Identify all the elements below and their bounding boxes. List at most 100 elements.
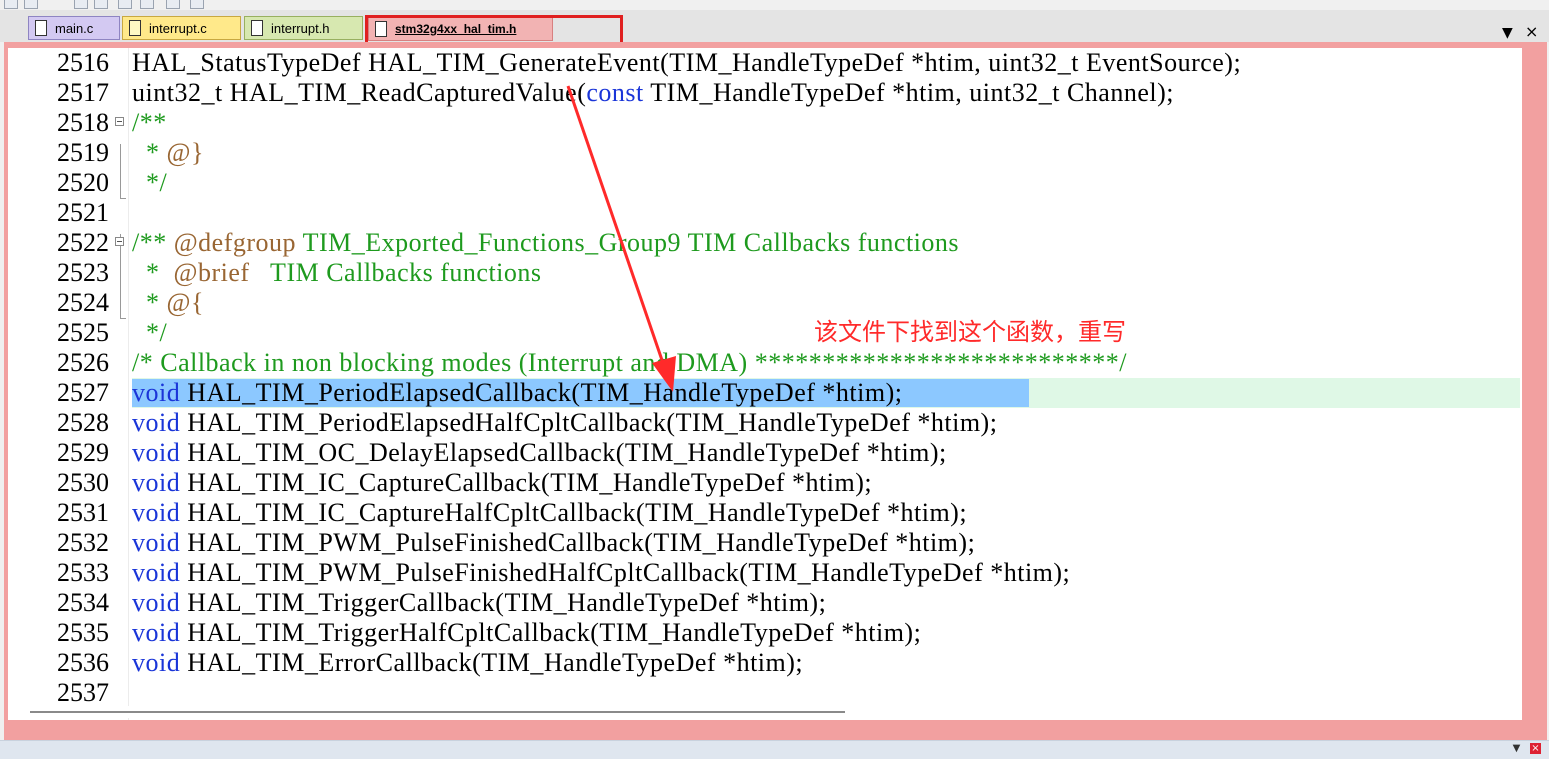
keyword-token: const [586, 78, 644, 107]
code-line: 2517 uint32_t HAL_TIM_ReadCapturedValue(… [8, 78, 1522, 108]
toolbar-button[interactable] [140, 0, 154, 9]
tab-main-c[interactable]: main.c [28, 16, 120, 40]
line-number: 2524 [57, 288, 109, 317]
toolbar-button[interactable] [94, 0, 108, 9]
code-text: void HAL_TIM_IC_CaptureCallback(TIM_Hand… [132, 468, 872, 498]
fold-collapse-icon[interactable] [115, 237, 124, 246]
line-number: 2537 [57, 678, 109, 707]
doc-tag-token: @} [166, 138, 204, 167]
code-token: HAL_TIM_TriggerHalfCpltCallback(TIM_Hand… [180, 618, 922, 647]
line-number: 2525 [57, 318, 109, 347]
tab-interrupt-c[interactable]: interrupt.c [122, 16, 241, 40]
code-line: 2536 void HAL_TIM_ErrorCallback(TIM_Hand… [8, 648, 1522, 678]
comment-text: /** @defgroup TIM_Exported_Functions_Gro… [132, 228, 959, 258]
keyword-token: void [132, 408, 181, 437]
code-token: /** [132, 228, 174, 257]
code-token: HAL_TIM_TriggerCallback(TIM_HandleTypeDe… [180, 588, 827, 617]
code-token: HAL_TIM_PeriodElapsedCallback(TIM_Handle… [180, 378, 903, 407]
tab-stm32g4xx-hal-tim-h[interactable]: stm32g4xx_hal_tim.h [368, 17, 553, 41]
line-number: 2527 [57, 378, 109, 407]
tab-bar: main.c interrupt.c interrupt.h stm32g4xx… [0, 10, 1549, 62]
code-line: 2529 void HAL_TIM_OC_DelayElapsedCallbac… [8, 438, 1522, 468]
code-editor[interactable]: 2516 HAL_StatusTypeDef HAL_TIM_GenerateE… [8, 48, 1522, 720]
code-line: 2532 void HAL_TIM_PWM_PulseFinishedCallb… [8, 528, 1522, 558]
fold-collapse-icon[interactable] [115, 117, 124, 126]
line-number: 2522 [57, 228, 109, 257]
line-number: 2523 [57, 258, 109, 287]
toolbar-button[interactable] [166, 0, 180, 9]
code-line: 2534 void HAL_TIM_TriggerCallback(TIM_Ha… [8, 588, 1522, 618]
line-number: 2530 [57, 468, 109, 497]
code-text: void HAL_TIM_PeriodElapsedHalfCpltCallba… [132, 408, 997, 438]
toolbar-button[interactable] [4, 0, 18, 9]
comment-text: * @brief TIM Callbacks functions [132, 258, 542, 288]
code-text: void HAL_TIM_OC_DelayElapsedCallback(TIM… [132, 438, 947, 468]
comment-text: * @{ [132, 288, 204, 318]
code-line: 2518 /** [8, 108, 1522, 138]
line-number: 2535 [57, 618, 109, 647]
bottom-panel-bar: ▼ × [0, 740, 1549, 759]
close-tab-icon[interactable]: × [1525, 22, 1538, 41]
file-icon [129, 20, 141, 36]
code-line: 2533 void HAL_TIM_PWM_PulseFinishedHalfC… [8, 558, 1522, 588]
toolbar-button[interactable] [24, 0, 38, 9]
pin-icon[interactable]: ▼ [1511, 743, 1522, 754]
keyword-token: void [132, 378, 181, 407]
file-icon [375, 21, 387, 37]
code-token: TIM Callbacks functions [249, 258, 542, 287]
code-token: HAL_TIM_ErrorCallback(TIM_HandleTypeDef … [180, 648, 804, 677]
tab-interrupt-h[interactable]: interrupt.h [244, 16, 363, 40]
tab-label: interrupt.h [271, 20, 330, 36]
keyword-token: void [132, 558, 181, 587]
code-line: 2537 [8, 678, 1522, 708]
line-number: 2518 [57, 108, 109, 137]
code-token: uint32_t HAL_TIM_ReadCapturedValue( [132, 78, 587, 107]
keyword-token: void [132, 528, 181, 557]
code-text: void HAL_TIM_TriggerCallback(TIM_HandleT… [132, 588, 826, 618]
toolbar-button[interactable] [190, 0, 204, 9]
line-number: 2536 [57, 648, 109, 677]
tab-label: interrupt.c [149, 20, 207, 36]
scrollbar-thumb[interactable] [30, 711, 845, 713]
comment-text: /* Callback in non blocking modes (Inter… [132, 348, 1127, 377]
code-line: 2525 */ [8, 318, 1522, 348]
code-text: void HAL_TIM_IC_CaptureHalfCpltCallback(… [132, 498, 967, 528]
file-icon [35, 20, 47, 36]
line-number: 2521 [57, 198, 109, 227]
line-number: 2517 [57, 78, 109, 107]
tab-label: main.c [55, 20, 94, 36]
toolbar-button[interactable] [118, 0, 132, 9]
code-token: HAL_TIM_PWM_PulseFinishedCallback(TIM_Ha… [180, 528, 976, 557]
code-token: * [132, 288, 167, 317]
line-number: 2531 [57, 498, 109, 527]
code-token: HAL_TIM_IC_CaptureHalfCpltCallback(TIM_H… [180, 498, 968, 527]
code-text: void HAL_TIM_PeriodElapsedCallback(TIM_H… [132, 378, 902, 408]
code-line: 2522 /** @defgroup TIM_Exported_Function… [8, 228, 1522, 258]
line-number: 2533 [57, 558, 109, 587]
code-token: HAL_TIM_PeriodElapsedHalfCpltCallback(TI… [180, 408, 998, 437]
code-line: 2516 HAL_StatusTypeDef HAL_TIM_GenerateE… [8, 48, 1522, 78]
tab-list-dropdown-icon[interactable]: ▼ [1502, 25, 1513, 41]
annotation-text: 该文件下找到这个函数，重写 [814, 318, 1126, 346]
keyword-token: void [132, 498, 181, 527]
code-token: HAL_TIM_OC_DelayElapsedCallback(TIM_Hand… [180, 438, 947, 467]
code-line: 2519 * @} [8, 138, 1522, 168]
comment-text: */ [132, 168, 168, 197]
code-token: HAL_TIM_PWM_PulseFinishedHalfCpltCallbac… [180, 558, 1071, 587]
code-line: 2531 void HAL_TIM_IC_CaptureHalfCpltCall… [8, 498, 1522, 528]
close-panel-icon[interactable]: × [1530, 743, 1541, 754]
keyword-token: void [132, 438, 181, 467]
code-text: uint32_t HAL_TIM_ReadCapturedValue(const… [132, 78, 1174, 108]
code-line: 2521 [8, 198, 1522, 228]
toolbar [0, 0, 1549, 10]
code-text: void HAL_TIM_PWM_PulseFinishedHalfCpltCa… [132, 558, 1070, 588]
line-number: 2519 [57, 138, 109, 167]
code-line: 2523 * @brief TIM Callbacks functions [8, 258, 1522, 288]
comment-text: /** [132, 108, 167, 137]
horizontal-scrollbar[interactable] [8, 706, 1522, 718]
toolbar-button[interactable] [74, 0, 88, 9]
code-text: void HAL_TIM_ErrorCallback(TIM_HandleTyp… [132, 648, 803, 678]
code-token: TIM_HandleTypeDef *htim, uint32_t Channe… [643, 78, 1174, 107]
file-icon [251, 20, 263, 36]
code-line: 2526 /* Callback in non blocking modes (… [8, 348, 1522, 378]
